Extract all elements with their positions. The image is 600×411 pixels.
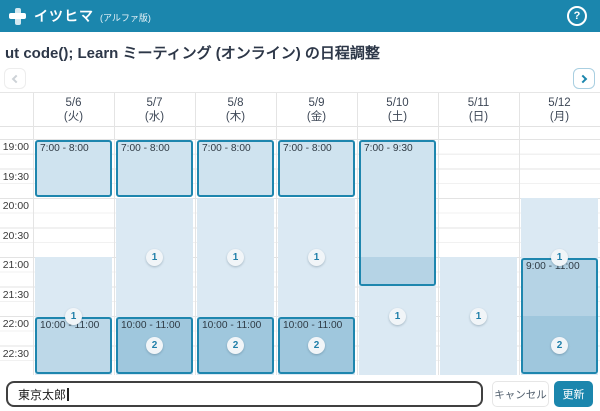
event-block[interactable]: 9:00 - 11:00 — [521, 258, 598, 374]
day-of-week: (土) — [357, 110, 438, 124]
day-header: 5/10(土) — [357, 93, 438, 126]
prev-week-button[interactable] — [4, 68, 26, 89]
help-icon[interactable]: ? — [567, 6, 587, 26]
day-date: 5/6 — [33, 96, 114, 110]
header-divider — [0, 126, 600, 127]
next-week-button[interactable] — [573, 68, 595, 89]
day-of-week: (木) — [195, 110, 276, 124]
availability-grid[interactable]: 5/6(火)5/7(水)5/8(木)5/9(金)5/10(土)5/11(日)5/… — [0, 92, 600, 376]
event-block[interactable]: 10:00 - 11:00 — [35, 317, 112, 374]
app-bar: イツヒマ (アルファ版) ? — [0, 0, 600, 32]
time-label: 22:00 — [0, 318, 29, 330]
event-block[interactable]: 7:00 - 8:00 — [116, 140, 193, 197]
day-date: 5/8 — [195, 96, 276, 110]
column-divider — [114, 93, 115, 376]
event-block[interactable]: 7:00 - 8:00 — [35, 140, 112, 197]
count-badge: 1 — [146, 249, 163, 266]
day-of-week: (月) — [519, 110, 600, 124]
count-badge: 2 — [227, 337, 244, 354]
count-badge: 1 — [65, 308, 82, 325]
event-time-label: 10:00 - 11:00 — [280, 319, 353, 331]
update-button[interactable]: 更新 — [554, 381, 593, 407]
time-label: 21:30 — [0, 289, 29, 301]
column-divider — [438, 93, 439, 376]
event-time-label: 10:00 - 11:00 — [199, 319, 272, 331]
event-time-label: 7:00 - 8:00 — [280, 142, 353, 154]
name-input-value: 東京太郎 — [18, 386, 66, 403]
day-of-week: (水) — [114, 110, 195, 124]
day-of-week: (金) — [276, 110, 357, 124]
count-badge: 2 — [146, 337, 163, 354]
count-badge: 2 — [308, 337, 325, 354]
column-divider — [276, 93, 277, 376]
count-badge: 1 — [308, 249, 325, 266]
app-logo-icon — [9, 8, 26, 25]
footer-bar: 東京太郎 キャンセル 更新 — [0, 375, 600, 411]
column-divider — [195, 93, 196, 376]
count-badge: 1 — [227, 249, 244, 266]
count-badge: 2 — [551, 337, 568, 354]
count-badge: 1 — [470, 308, 487, 325]
event-time-label: 7:00 - 8:00 — [118, 142, 191, 154]
column-divider — [519, 93, 520, 376]
event-block[interactable]: 7:00 - 9:30 — [359, 140, 436, 286]
app-version-badge: (アルファ版) — [100, 11, 151, 24]
chevron-right-icon — [579, 74, 587, 82]
count-badge: 1 — [389, 308, 406, 325]
time-label: 20:00 — [0, 200, 29, 212]
count-badge: 1 — [551, 249, 568, 266]
day-header: 5/8(木) — [195, 93, 276, 126]
event-block[interactable]: 7:00 - 8:00 — [278, 140, 355, 197]
event-time-label: 10:00 - 11:00 — [118, 319, 191, 331]
column-divider — [33, 93, 34, 376]
page-title: ut code(); Learn ミーティング (オンライン) の日程調整 — [5, 42, 380, 63]
text-caret — [67, 388, 69, 401]
event-shade-segment — [361, 257, 434, 284]
day-date: 5/9 — [276, 96, 357, 110]
time-label: 19:30 — [0, 171, 29, 183]
day-header: 5/12(月) — [519, 93, 600, 126]
name-input[interactable]: 東京太郎 — [6, 381, 483, 407]
time-label: 19:00 — [0, 141, 29, 153]
day-header: 5/6(火) — [33, 93, 114, 126]
chevron-left-icon — [12, 74, 20, 82]
day-header: 5/7(水) — [114, 93, 195, 126]
day-date: 5/7 — [114, 96, 195, 110]
day-date: 5/10 — [357, 96, 438, 110]
time-label: 21:00 — [0, 259, 29, 271]
event-time-label: 7:00 - 9:30 — [361, 142, 434, 154]
day-header: 5/11(日) — [438, 93, 519, 126]
time-label: 22:30 — [0, 348, 29, 360]
time-label: 20:30 — [0, 230, 29, 242]
event-time-label: 7:00 - 8:00 — [37, 142, 110, 154]
day-header: 5/9(金) — [276, 93, 357, 126]
day-of-week: (火) — [33, 110, 114, 124]
day-date: 5/11 — [438, 96, 519, 110]
cancel-button[interactable]: キャンセル — [492, 381, 549, 407]
event-block[interactable]: 7:00 - 8:00 — [197, 140, 274, 197]
app-name: イツヒマ — [34, 6, 94, 26]
column-divider — [357, 93, 358, 376]
day-of-week: (日) — [438, 110, 519, 124]
day-date: 5/12 — [519, 96, 600, 110]
event-time-label: 7:00 - 8:00 — [199, 142, 272, 154]
